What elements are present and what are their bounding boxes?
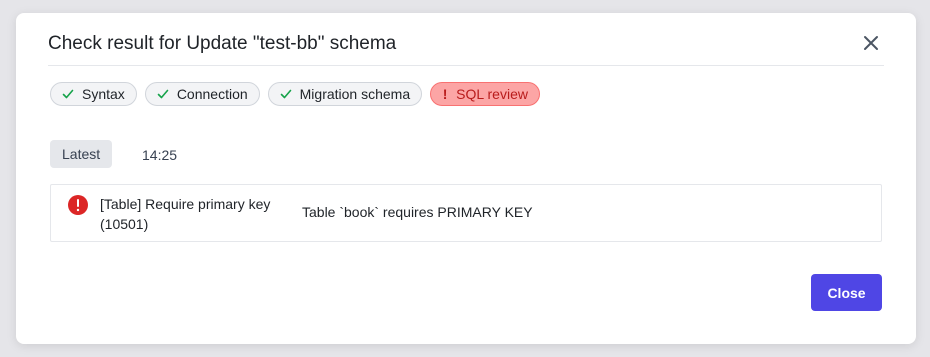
tab-sql-review[interactable]: ! SQL review (430, 82, 540, 106)
tab-connection[interactable]: Connection (144, 82, 260, 106)
check-result-dialog: Check result for Update "test-bb" schema… (16, 13, 916, 344)
check-tabs: Syntax Connection Migration schema ! SQL… (50, 82, 540, 106)
error-circle-icon (67, 194, 89, 216)
latest-badge[interactable]: Latest (50, 140, 113, 168)
close-icon[interactable] (860, 32, 882, 54)
tab-label: Connection (176, 86, 248, 102)
close-button[interactable]: Close (811, 274, 882, 311)
result-message: Table `book` requires PRIMARY KEY (302, 204, 533, 220)
tab-label: Migration schema (299, 86, 411, 102)
tab-syntax[interactable]: Syntax (50, 82, 137, 106)
title-divider (48, 65, 884, 66)
tab-label: SQL review (456, 86, 528, 102)
dialog-title: Check result for Update "test-bb" schema (48, 33, 397, 54)
exclamation-icon: ! (442, 86, 448, 102)
check-icon (156, 87, 170, 101)
check-time: 14:25 (142, 147, 178, 163)
rule-title: [Table] Require primary key (10501) (100, 196, 271, 232)
check-icon (61, 87, 75, 101)
result-row: [Table] Require primary key (10501) Tabl… (50, 184, 882, 242)
tab-label: Syntax (82, 86, 125, 102)
tab-migration-schema[interactable]: Migration schema (267, 82, 423, 106)
check-icon (279, 87, 293, 101)
